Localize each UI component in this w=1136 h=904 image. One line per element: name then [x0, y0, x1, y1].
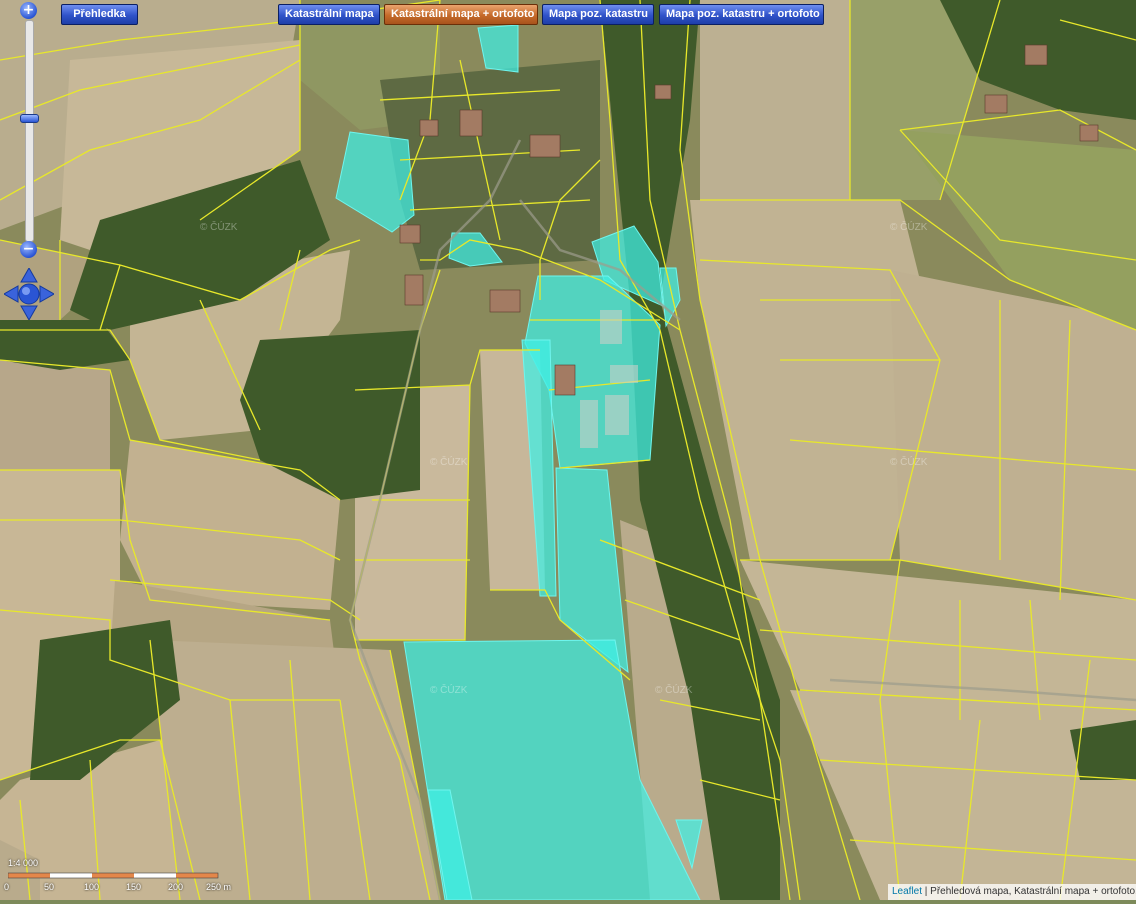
scale-bar-graphic	[8, 872, 219, 879]
attribution-text: | Přehledová mapa, Katastrální mapa + or…	[922, 886, 1136, 897]
zoom-in-button[interactable]: +	[20, 2, 37, 19]
watermark-text: © ČÚZK	[890, 455, 928, 468]
scale-tick: 0	[4, 882, 10, 892]
pan-compass-icon[interactable]	[2, 266, 56, 322]
ortho-map-svg: © ČÚZK © ČÚZK © ČÚZK © ČÚZK © ČÚZK © ČÚZ…	[0, 0, 1136, 901]
layer-button-land-parcel-map-ortho[interactable]: Mapa poz. katastru + ortofoto	[659, 4, 824, 25]
scale-tick: 200	[168, 882, 184, 892]
scale-bar: 1:4 000 0 50 100 150 200 250 m	[4, 858, 248, 898]
watermark-text: © ČÚZK	[200, 220, 238, 233]
overview-button[interactable]: Přehledka	[61, 4, 138, 25]
watermark-text: © ČÚZK	[890, 220, 928, 233]
watermark-text: © ČÚZK	[430, 683, 468, 696]
scale-tick: 50	[44, 882, 55, 892]
layer-button-cadastral-map[interactable]: Katastrální mapa	[278, 4, 380, 25]
leaflet-link[interactable]: Leaflet	[892, 886, 922, 897]
scale-ratio: 1:4 000	[8, 858, 39, 868]
watermark-text: © ČÚZK	[655, 683, 693, 696]
pan-center-icon	[18, 283, 40, 305]
layer-button-cadastral-map-ortho[interactable]: Katastrální mapa + ortofoto	[384, 4, 538, 25]
scale-tick: 250 m	[206, 882, 232, 892]
map-canvas[interactable]: © ČÚZK © ČÚZK © ČÚZK © ČÚZK © ČÚZK © ČÚZ…	[0, 0, 1136, 901]
zoom-slider-handle[interactable]	[20, 114, 39, 124]
pan-up-icon	[20, 266, 38, 283]
pan-left-icon	[2, 285, 19, 303]
attribution: Leaflet | Přehledová mapa, Katastrální m…	[888, 884, 1136, 900]
zoom-slider-track[interactable]	[25, 20, 34, 242]
zoom-out-button[interactable]: −	[20, 241, 37, 258]
scale-tick: 150	[126, 882, 142, 892]
pan-right-icon	[39, 285, 56, 303]
watermark-text: © ČÚZK	[430, 455, 468, 468]
layer-button-land-parcel-map[interactable]: Mapa poz. katastru	[542, 4, 654, 25]
scale-tick: 100	[84, 882, 100, 892]
zoom-control: + −	[14, 2, 44, 260]
pan-down-icon	[20, 305, 38, 322]
